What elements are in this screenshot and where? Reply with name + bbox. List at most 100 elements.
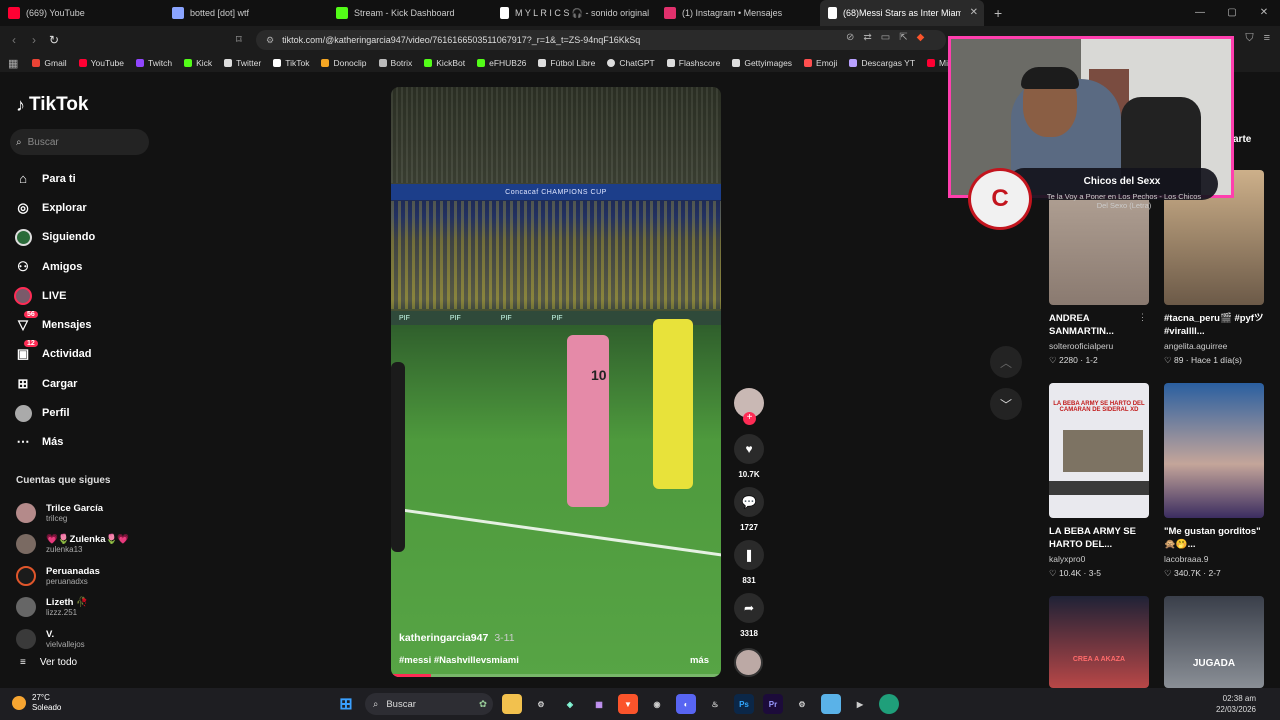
share-icon[interactable]: ⇱ <box>899 32 907 43</box>
menu-item-mensajes[interactable]: ▽ 56 Mensajes <box>14 310 95 339</box>
video-hashtags[interactable]: #messi #Nashvillevsmiami <box>399 655 519 666</box>
video-player[interactable]: Concacaf CHAMPIONS CUP PIF PIF PIF PIF 1… <box>391 87 721 677</box>
notepad-icon[interactable] <box>821 694 841 714</box>
play-icon[interactable]: ▶ <box>850 694 870 714</box>
bookmark-twitch[interactable]: Twitch <box>136 58 172 68</box>
minimize-button[interactable]: — <box>1184 0 1216 26</box>
menu-item-mas[interactable]: ⋯ Más <box>14 428 95 457</box>
steam-alt-icon[interactable]: ⚙ <box>531 694 551 714</box>
bookmark-futbol-libre[interactable]: Fútbol Libre <box>538 58 595 68</box>
apps-icon[interactable]: ▦ <box>8 57 18 70</box>
video-card[interactable]: JUGADA <box>1164 596 1264 688</box>
reload-button[interactable]: ↻ <box>44 33 64 47</box>
video-card[interactable]: LA BEBA ARMY SE HARTO DEL CAMARAN DE SID… <box>1049 383 1149 579</box>
bookmark-twitter[interactable]: Twitter <box>224 58 261 68</box>
bookmark-gettyimages[interactable]: Gettyimages <box>732 58 792 68</box>
following-item[interactable]: Lizeth 🥀 lizzz.251 <box>16 592 129 624</box>
translate-icon[interactable]: ⇄ <box>863 32 871 43</box>
weather-widget[interactable]: 27°C Soleado <box>12 693 61 713</box>
menu-item-explorar[interactable]: ◎ Explorar <box>14 193 95 222</box>
tiktok-logo[interactable]: ♪ TikTok <box>16 94 88 116</box>
brave-shield-icon[interactable]: ◆ <box>917 32 925 43</box>
menu-item-cargar[interactable]: ⊞ Cargar <box>14 369 95 398</box>
discord-icon[interactable]: ◐ <box>676 694 696 714</box>
see-all-link[interactable]: ≡ Ver todo <box>20 657 77 668</box>
system-clock[interactable]: 02:38 am 22/03/2026 <box>1216 693 1256 715</box>
search-icon: ⌕ <box>373 698 379 710</box>
browser-tab-active[interactable]: (68)Messi Stars as Inter Miami ✕ <box>820 0 984 26</box>
screen-icon[interactable]: ▭ <box>881 32 890 43</box>
browser-tab[interactable]: (1) Instagram • Mensajes <box>656 0 820 26</box>
search-input[interactable]: ⌕ Buscar <box>10 129 149 155</box>
mute-icon[interactable]: ⊘ <box>846 32 854 43</box>
video-author[interactable]: katheringarcia947 3-11 <box>399 632 515 644</box>
video-card[interactable]: CREA A AKAZA <box>1049 596 1149 688</box>
following-item[interactable]: Peruanadas peruanadxs <box>16 560 129 592</box>
bookmark-kickbot[interactable]: KickBot <box>424 58 465 68</box>
more-link[interactable]: más <box>690 655 709 666</box>
steam-icon[interactable]: ♨ <box>705 694 725 714</box>
edge-icon[interactable] <box>879 694 899 714</box>
video-card[interactable]: "Me gustan gorditos" 🙊🤭... lacobraaa.9 ♡… <box>1164 383 1264 579</box>
menu-item-actividad[interactable]: ▣ 12 Actividad <box>14 340 95 369</box>
app-icon[interactable]: ▦ <box>589 694 609 714</box>
menu-item-amigos[interactable]: ⚇ Amigos <box>14 252 95 281</box>
menu-item-perfil[interactable]: Perfil <box>14 398 95 427</box>
file-explorer-icon[interactable] <box>502 694 522 714</box>
app-icon[interactable]: ◈ <box>560 694 580 714</box>
like-button[interactable]: ♥ 10.7K <box>733 434 765 479</box>
bookmark-donoclip[interactable]: Donoclip <box>321 58 367 68</box>
brave-icon[interactable]: ▼ <box>618 694 638 714</box>
browser-tab[interactable]: Stream - Kick Dashboard <box>328 0 492 26</box>
maximize-button[interactable]: ▢ <box>1216 0 1248 26</box>
media-player-icon[interactable]: ◉ <box>647 694 667 714</box>
video-progress[interactable] <box>391 674 721 677</box>
following-item[interactable]: V. vielvallejos <box>16 623 129 655</box>
bookmark-kick[interactable]: Kick <box>184 58 212 68</box>
browser-tab[interactable]: botted [dot] wtf <box>164 0 328 26</box>
browser-tab[interactable]: M Y L R I C S 🎧 - sonido original <box>492 0 656 26</box>
save-button[interactable]: ❚ 831 <box>733 540 765 585</box>
settings-icon[interactable]: ⚙ <box>792 694 812 714</box>
bookmark-botrix[interactable]: Botrix <box>378 58 412 68</box>
more-options-icon[interactable]: ⋮ <box>1138 312 1147 323</box>
close-tab-icon[interactable]: ✕ <box>970 7 978 18</box>
menu-item-siguiendo[interactable]: Siguiendo <box>14 223 95 252</box>
previous-video-button[interactable]: ︿ <box>990 346 1022 378</box>
bookmark-emoji[interactable]: Emoji <box>804 58 837 68</box>
sound-avatar[interactable] <box>734 648 763 677</box>
bookmark-icon[interactable]: ⌑ <box>236 33 242 46</box>
bookmark-flashscore[interactable]: Flashscore <box>666 58 720 68</box>
url-bar[interactable]: ⚙ tiktok.com/@katheringarcia947/video/76… <box>256 30 946 50</box>
author-avatar[interactable]: + <box>734 388 764 425</box>
partial-tab-label[interactable]: arte <box>1233 134 1251 145</box>
next-video-button[interactable]: ﹀ <box>990 388 1022 420</box>
close-window-button[interactable]: ✕ <box>1248 0 1280 26</box>
following-item[interactable]: Trilce García trilceg <box>16 497 129 529</box>
photoshop-icon[interactable]: Ps <box>734 694 754 714</box>
back-button[interactable]: ‹ <box>4 33 24 47</box>
menu-item-para-ti[interactable]: ⌂ Para ti <box>14 164 95 193</box>
vpn-icon[interactable]: ⛉ <box>1245 32 1253 45</box>
bookmark-efhub[interactable]: eFHUB26 <box>477 58 526 68</box>
more-options-icon[interactable]: ⋮ <box>1253 312 1262 323</box>
bookmark-gmail[interactable]: Gmail <box>32 58 67 68</box>
following-item[interactable]: 💗🌷Zulenka🌷💗 zulenka13 <box>16 529 129 561</box>
bookmark-tiktok[interactable]: TikTok <box>273 58 309 68</box>
windows-start-icon[interactable]: ⊞ <box>336 694 356 714</box>
browser-tab[interactable]: (669) YouTube <box>0 0 164 26</box>
taskbar-search[interactable]: ⌕ Buscar ✿ <box>365 693 493 715</box>
share-button[interactable]: ➦ 3318 <box>733 593 765 638</box>
bookmark-chatgpt[interactable]: ChatGPT <box>607 58 655 68</box>
bookmark-youtube[interactable]: YouTube <box>78 58 124 68</box>
site-info-icon[interactable]: ⚙ <box>266 35 274 46</box>
forward-button[interactable]: › <box>24 33 44 47</box>
comment-button[interactable]: 💬 1727 <box>733 487 765 532</box>
menu-icon[interactable]: ≡ <box>1264 32 1270 45</box>
menu-item-live[interactable]: LIVE <box>14 281 95 310</box>
follow-plus-icon[interactable]: + <box>743 412 756 425</box>
instagram-icon <box>664 7 676 19</box>
premiere-icon[interactable]: Pr <box>763 694 783 714</box>
new-tab-button[interactable]: + <box>994 5 1002 21</box>
bookmark-descargas-yt[interactable]: Descargas YT <box>849 58 915 68</box>
